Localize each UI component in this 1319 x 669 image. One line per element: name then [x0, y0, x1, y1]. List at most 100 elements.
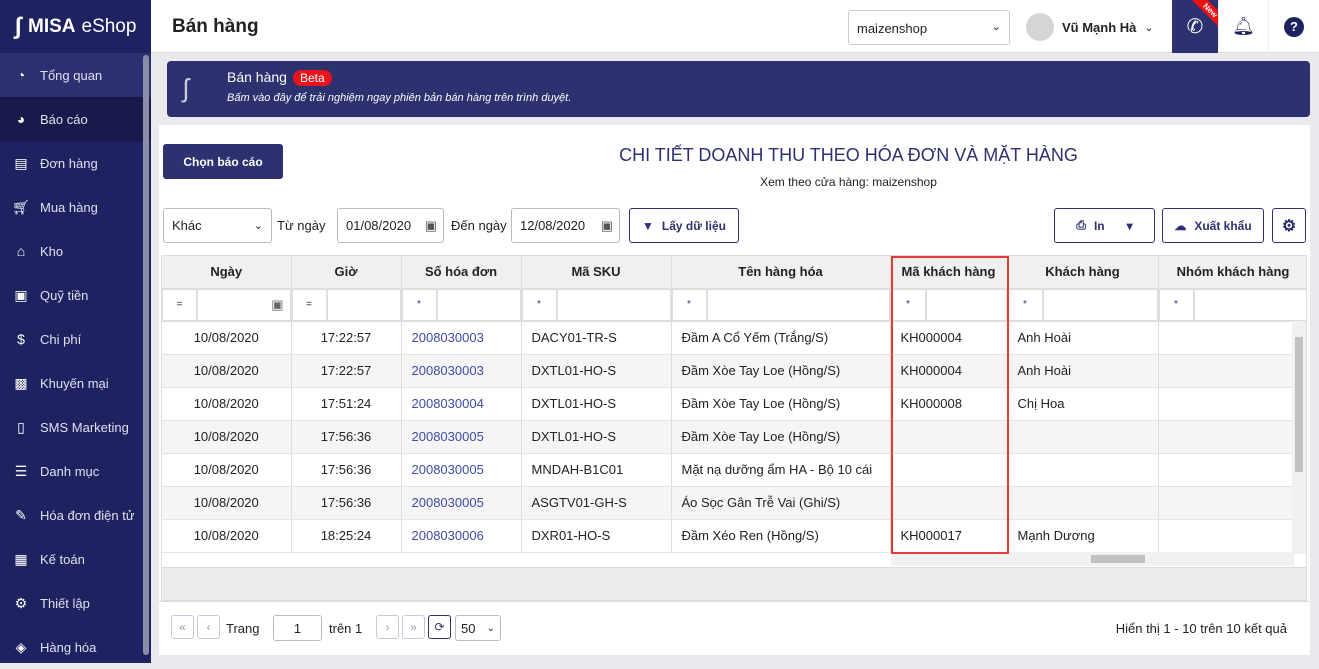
table-cell: DXTL01-HO-S — [521, 420, 672, 454]
column-header[interactable]: Khách hàng — [1007, 256, 1159, 289]
table-cell: Đầm Xòe Tay Loe (Hồng/S) — [671, 420, 891, 454]
table-cell[interactable]: 2008030005 — [401, 420, 522, 454]
help-button[interactable]: ? — [1268, 0, 1319, 53]
notification-button[interactable]: 🔔︎ — [1218, 0, 1268, 53]
horizontal-scrollbar[interactable] — [891, 552, 1294, 566]
table-row[interactable]: 10/08/2020 18:25:24 2008030006 DXR01-HO-S Đầ… — [162, 519, 1306, 553]
sidebar-item[interactable]: ▦ Kế toán — [0, 537, 151, 581]
page-size-select[interactable]: 50 ⌄ — [455, 615, 501, 641]
filter-operator[interactable]: = — [291, 288, 327, 320]
period-select[interactable]: Khác ⌄ — [163, 208, 272, 243]
avatar — [1026, 13, 1054, 41]
page-input[interactable]: 1 — [273, 615, 322, 641]
settings-button[interactable]: ⚙ — [1272, 208, 1306, 243]
column-header[interactable]: Nhóm khách hàng — [1158, 256, 1306, 289]
invoice-icon: ✎ — [15, 506, 27, 523]
table-cell[interactable]: 2008030003 — [401, 321, 522, 355]
logo[interactable]: ʃ MISA eShop — [0, 0, 151, 53]
sidebar-item[interactable]: ◕ Báo cáo — [0, 97, 151, 141]
prev-page-button[interactable]: ‹ — [197, 615, 220, 639]
table-cell[interactable]: 2008030006 — [401, 519, 522, 553]
table-row[interactable]: 10/08/2020 17:56:36 2008030005 MNDAH-B1C01 M… — [162, 453, 1306, 487]
next-page-button[interactable]: › — [376, 615, 399, 639]
column-header[interactable]: Ngày — [162, 256, 292, 289]
sidebar-item[interactable]: ▤ Đơn hàng — [0, 141, 151, 185]
table-cell: DXTL01-HO-S — [521, 354, 672, 388]
column-header[interactable]: Số hóa đơn — [401, 256, 522, 289]
table-row[interactable]: 10/08/2020 17:56:36 2008030005 DXTL01-HO-S Đ… — [162, 420, 1306, 454]
sidebar-item[interactable]: ▯ SMS Marketing — [0, 405, 151, 449]
table-cell: 10/08/2020 — [162, 354, 292, 388]
column-filter: * — [521, 288, 672, 322]
table-cell: Mạnh Dương — [1007, 519, 1159, 553]
pie-chart-icon: ◕ — [16, 111, 26, 127]
table-row[interactable]: 10/08/2020 17:22:57 2008030003 DACY01-TR-S Đ… — [162, 321, 1306, 355]
fetch-data-button[interactable]: ▼ Lấy dữ liệu — [629, 208, 739, 243]
export-button[interactable]: ☁ Xuất khẩu — [1162, 208, 1264, 243]
filter-operator[interactable]: * — [1158, 288, 1194, 320]
table-cell[interactable]: 2008030004 — [401, 387, 522, 421]
sidebar-item[interactable]: ▩ Khuyến mại — [0, 361, 151, 405]
print-button[interactable]: ⎙ In ▾ — [1054, 208, 1155, 243]
sidebar-item[interactable]: ⚙ Thiết lập — [0, 581, 151, 625]
table-cell — [1007, 453, 1159, 487]
user-menu[interactable]: Vũ Mạnh Hà ⌄ — [1026, 13, 1154, 41]
filter-operator[interactable]: * — [401, 288, 437, 320]
shop-select[interactable]: maizenshop ⌄ — [848, 10, 1010, 45]
hotline-button[interactable]: ✆ New — [1172, 0, 1218, 53]
column-header[interactable]: Tên hàng hóa — [671, 256, 891, 289]
sidebar-item[interactable]: ◈ Hàng hóa — [0, 625, 151, 669]
beta-badge: Beta — [292, 70, 332, 86]
sidebar-item[interactable]: ◔ Tổng quan — [0, 53, 151, 97]
sidebar-item[interactable]: 🛒︎ Mua hàng — [0, 185, 151, 229]
filter-input[interactable] — [1042, 288, 1157, 320]
table-row[interactable]: 10/08/2020 17:51:24 2008030004 DXTL01-HO-S Đ… — [162, 387, 1306, 421]
filter-input[interactable] — [556, 288, 670, 320]
table-cell: MNDAH-B1C01 — [521, 453, 672, 487]
column-filter: = — [291, 288, 402, 322]
refresh-button[interactable]: ⟳ — [428, 615, 451, 639]
sales-banner[interactable]: ʃ Bán hàng Beta Bấm vào đây để trải nghiệ… — [167, 61, 1310, 117]
table-row[interactable]: 10/08/2020 17:56:36 2008030005 ASGTV01-GH-S… — [162, 486, 1306, 520]
first-page-button[interactable]: « — [171, 615, 194, 639]
filter-operator[interactable]: * — [1007, 288, 1043, 320]
gear-icon: ⚙ — [14, 594, 28, 611]
sidebar-item[interactable]: ✎ Hóa đơn điện tử — [0, 493, 151, 537]
filter-operator[interactable]: = — [162, 288, 197, 320]
filter-input[interactable] — [706, 288, 889, 320]
help-icon: ? — [1284, 16, 1304, 37]
list-icon: ☰ — [14, 462, 28, 479]
calendar-icon[interactable]: ▣ — [601, 218, 613, 234]
sidebar-item[interactable]: ☰ Danh mục — [0, 449, 151, 493]
filter-input[interactable]: ▣ — [197, 288, 290, 320]
filter-input[interactable] — [436, 288, 520, 320]
table-cell[interactable]: 2008030005 — [401, 453, 522, 487]
filter-input[interactable] — [1193, 288, 1306, 320]
table-cell[interactable]: 2008030005 — [401, 486, 522, 520]
column-header[interactable]: Mã SKU — [521, 256, 672, 289]
calendar-icon[interactable]: ▣ — [425, 218, 437, 234]
chevron-down-icon: ⌄ — [991, 21, 1001, 33]
from-date-input[interactable]: 01/08/2020 ▣ — [337, 208, 444, 243]
filter-operator[interactable]: * — [521, 288, 557, 320]
sidebar-item[interactable]: ▣ Quỹ tiền — [0, 273, 151, 317]
to-date-input[interactable]: 12/08/2020 ▣ — [511, 208, 620, 243]
sidebar-item[interactable]: $ Chi phí — [0, 317, 151, 361]
table-cell[interactable]: 2008030003 — [401, 354, 522, 388]
sidebar-scrollbar[interactable] — [143, 55, 149, 655]
column-header[interactable]: Giờ — [291, 256, 402, 289]
table-cell: 10/08/2020 — [162, 519, 292, 553]
table-cell — [1158, 387, 1306, 421]
vertical-scrollbar[interactable] — [1292, 321, 1306, 554]
last-page-button[interactable]: » — [402, 615, 425, 639]
sidebar-item[interactable]: ⌂ Kho — [0, 229, 151, 273]
data-grid: Ngày Giờ Số hóa đơn Mã SKU Tên hàng hóa Mã kh… — [161, 255, 1307, 601]
safe-icon: ▣ — [14, 286, 28, 303]
table-cell: DXR01-HO-S — [521, 519, 672, 553]
table-row[interactable]: 10/08/2020 17:22:57 2008030003 DXTL01-HO-S Đ… — [162, 354, 1306, 388]
filter-operator[interactable]: * — [671, 288, 707, 320]
calendar-icon[interactable]: ▣ — [271, 297, 283, 313]
summary-row — [162, 567, 1306, 600]
filter-input[interactable] — [326, 288, 400, 320]
table-cell — [1158, 321, 1306, 355]
